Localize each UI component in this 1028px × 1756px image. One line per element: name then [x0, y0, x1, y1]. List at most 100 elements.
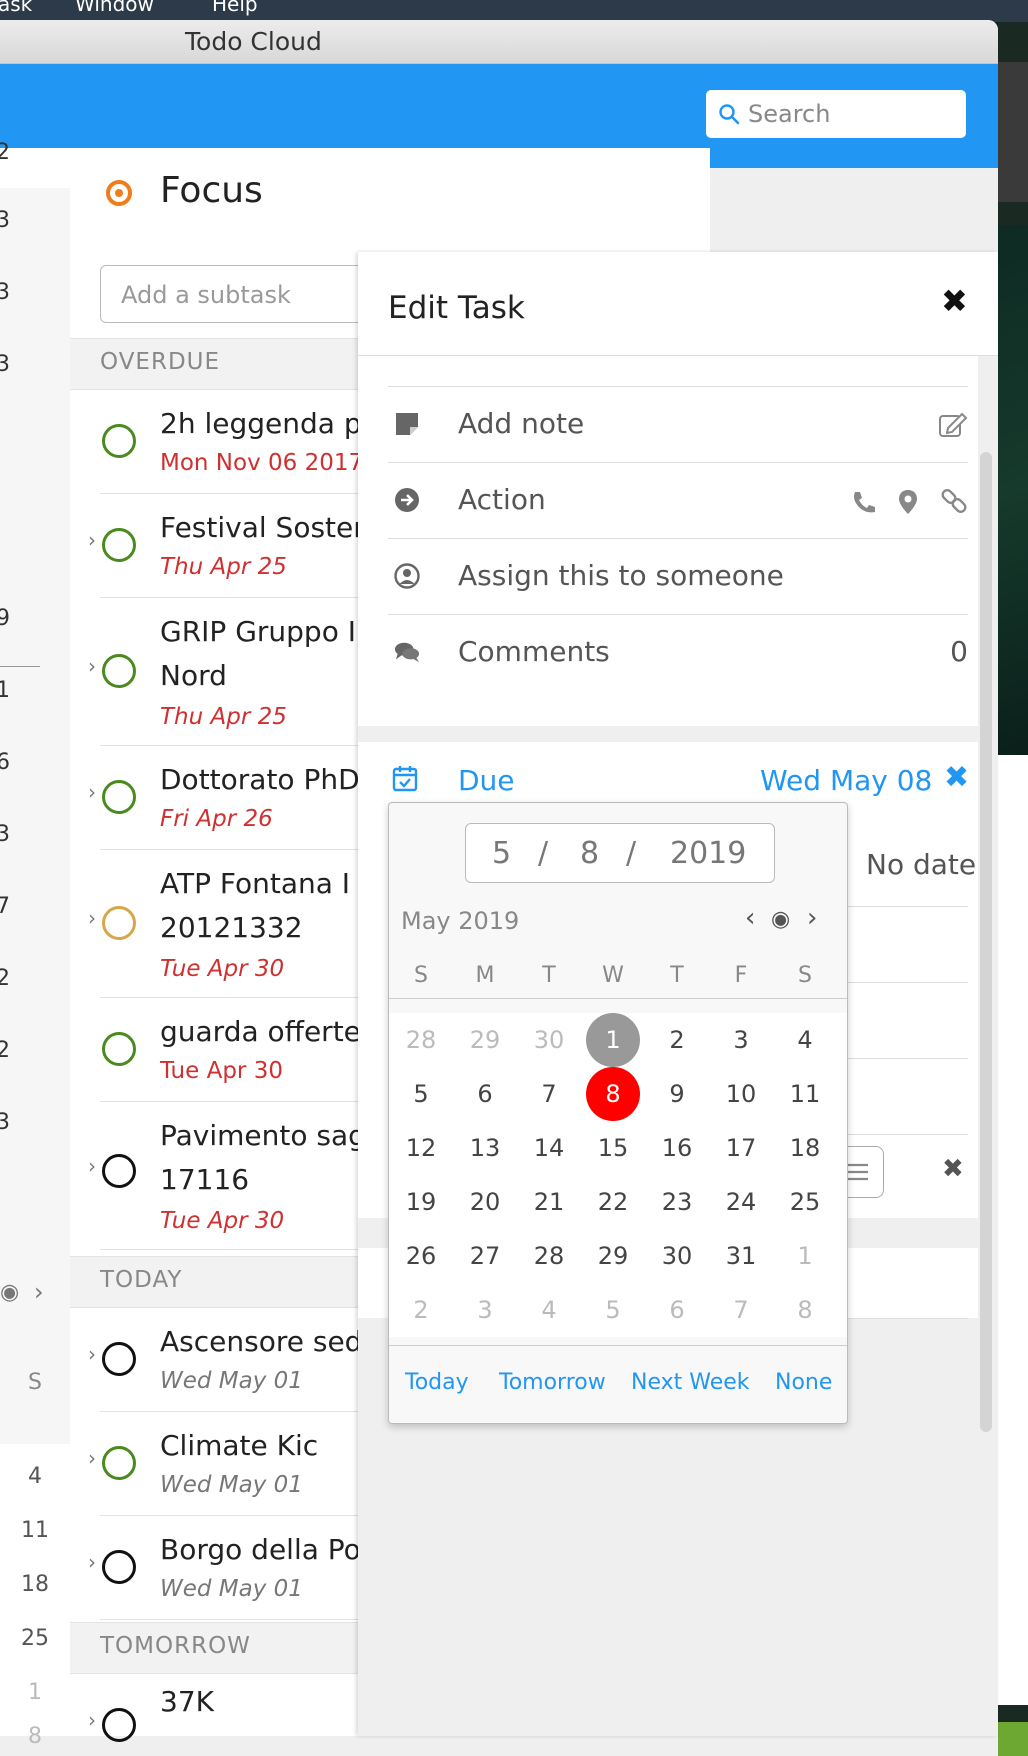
calendar-day[interactable]: 14: [522, 1121, 576, 1175]
calendar-day[interactable]: 15: [586, 1121, 640, 1175]
chevron-right-icon[interactable]: ›: [88, 1708, 96, 1732]
calendar-day[interactable]: 20: [458, 1175, 512, 1229]
calendar-day-today[interactable]: 1: [586, 1013, 640, 1067]
task-checkbox[interactable]: [102, 906, 136, 940]
calendar-day[interactable]: 5: [586, 1283, 640, 1337]
mini-calendar-day[interactable]: 18: [0, 1572, 70, 1597]
edit-note-icon[interactable]: [938, 411, 968, 439]
mini-calendar-day[interactable]: 11: [0, 1518, 70, 1543]
assign-row[interactable]: Assign this to someone: [388, 538, 968, 614]
calendar-day[interactable]: 30: [650, 1229, 704, 1283]
mini-calendar-day[interactable]: 1: [0, 1680, 70, 1705]
clear-due-icon[interactable]: ✖: [944, 760, 969, 795]
clear-icon[interactable]: ✖: [942, 1154, 964, 1184]
chevron-right-icon[interactable]: ›: [88, 654, 96, 678]
scrollbar[interactable]: [980, 452, 992, 1432]
task-checkbox[interactable]: [102, 1446, 136, 1480]
calendar-day[interactable]: 7: [522, 1067, 576, 1121]
task-checkbox[interactable]: [102, 528, 136, 562]
task-checkbox[interactable]: [102, 780, 136, 814]
calendar-day[interactable]: 1: [778, 1229, 832, 1283]
due-value[interactable]: Wed May 08: [760, 764, 932, 797]
task-checkbox[interactable]: [102, 1342, 136, 1376]
action-row[interactable]: Action: [388, 462, 968, 538]
calendar-day[interactable]: 9: [650, 1067, 704, 1121]
mini-calendar-day[interactable]: 25: [0, 1626, 70, 1651]
calendar-day[interactable]: 29: [458, 1013, 512, 1067]
menu-task[interactable]: ask: [0, 0, 32, 16]
location-pin-icon[interactable]: [897, 489, 919, 515]
mini-calendar-day[interactable]: 8: [0, 1724, 70, 1749]
task-checkbox[interactable]: [102, 1032, 136, 1066]
date-day[interactable]: 8: [580, 836, 599, 871]
comments-row[interactable]: Comments 0: [388, 614, 968, 690]
task-checkbox[interactable]: [102, 654, 136, 688]
mini-calendar-day[interactable]: 4: [0, 1464, 70, 1489]
calendar-day[interactable]: 26: [394, 1229, 448, 1283]
add-note-row[interactable]: Add note: [388, 386, 968, 462]
date-month[interactable]: 5: [492, 836, 511, 871]
chevron-right-icon[interactable]: ›: [88, 528, 96, 552]
tomorrow-button[interactable]: Tomorrow: [499, 1370, 606, 1395]
menu-window[interactable]: Window: [75, 0, 154, 16]
calendar-day[interactable]: 22: [586, 1175, 640, 1229]
target-icon[interactable]: ◉: [771, 907, 790, 932]
chevron-right-icon[interactable]: ›: [88, 1446, 96, 1470]
calendar-day[interactable]: 24: [714, 1175, 768, 1229]
calendar-day[interactable]: 12: [394, 1121, 448, 1175]
calendar-day[interactable]: 19: [394, 1175, 448, 1229]
calendar-day[interactable]: 4: [778, 1013, 832, 1067]
calendar-day[interactable]: 31: [714, 1229, 768, 1283]
calendar-day[interactable]: 6: [650, 1283, 704, 1337]
today-button[interactable]: Today: [405, 1370, 469, 1395]
calendar-day[interactable]: 2: [650, 1013, 704, 1067]
calendar-day[interactable]: 3: [714, 1013, 768, 1067]
calendar-day[interactable]: 25: [778, 1175, 832, 1229]
calendar-day[interactable]: 27: [458, 1229, 512, 1283]
calendar-day[interactable]: 18: [778, 1121, 832, 1175]
task-checkbox[interactable]: [102, 1154, 136, 1188]
calendar-day-selected[interactable]: 8: [586, 1067, 640, 1121]
chevron-right-icon[interactable]: ›: [807, 903, 817, 933]
chevron-left-icon[interactable]: ‹: [745, 903, 755, 933]
calendar-day[interactable]: 28: [522, 1229, 576, 1283]
menu-help[interactable]: Help: [212, 0, 258, 16]
calendar-day[interactable]: 28: [394, 1013, 448, 1067]
next-week-button[interactable]: Next Week: [631, 1370, 750, 1395]
calendar-day[interactable]: 2: [394, 1283, 448, 1337]
calendar-day[interactable]: 30: [522, 1013, 576, 1067]
none-button[interactable]: None: [775, 1370, 832, 1395]
calendar-day[interactable]: 10: [714, 1067, 768, 1121]
date-input-field[interactable]: 5 / 8 / 2019: [465, 823, 775, 883]
task-checkbox[interactable]: [102, 1708, 136, 1742]
chevron-right-icon[interactable]: ›: [34, 1278, 44, 1306]
chevron-right-icon[interactable]: ›: [88, 1550, 96, 1574]
link-icon[interactable]: [940, 487, 968, 515]
calendar-day[interactable]: 5: [394, 1067, 448, 1121]
close-icon[interactable]: ✖: [941, 282, 968, 320]
task-checkbox[interactable]: [102, 424, 136, 458]
target-icon[interactable]: ◉: [0, 1280, 19, 1305]
chevron-right-icon[interactable]: ›: [88, 906, 96, 930]
calendar-day[interactable]: 4: [522, 1283, 576, 1337]
search-box[interactable]: [706, 90, 966, 138]
chevron-right-icon[interactable]: ›: [88, 1342, 96, 1366]
calendar-day[interactable]: 13: [458, 1121, 512, 1175]
calendar-day[interactable]: 23: [650, 1175, 704, 1229]
calendar-day[interactable]: 11: [778, 1067, 832, 1121]
calendar-day[interactable]: 7: [714, 1283, 768, 1337]
calendar-day[interactable]: 3: [458, 1283, 512, 1337]
calendar-day[interactable]: 21: [522, 1175, 576, 1229]
calendar-day[interactable]: 8: [778, 1283, 832, 1337]
start-date-value[interactable]: No date: [866, 848, 976, 881]
chevron-right-icon[interactable]: ›: [88, 780, 96, 804]
calendar-day[interactable]: 29: [586, 1229, 640, 1283]
task-checkbox[interactable]: [102, 1550, 136, 1584]
date-year[interactable]: 2019: [670, 836, 746, 871]
phone-icon[interactable]: [850, 489, 876, 515]
calendar-day[interactable]: 17: [714, 1121, 768, 1175]
chevron-right-icon[interactable]: ›: [88, 1154, 96, 1178]
search-input[interactable]: [748, 98, 953, 130]
calendar-day[interactable]: 16: [650, 1121, 704, 1175]
calendar-day[interactable]: 6: [458, 1067, 512, 1121]
